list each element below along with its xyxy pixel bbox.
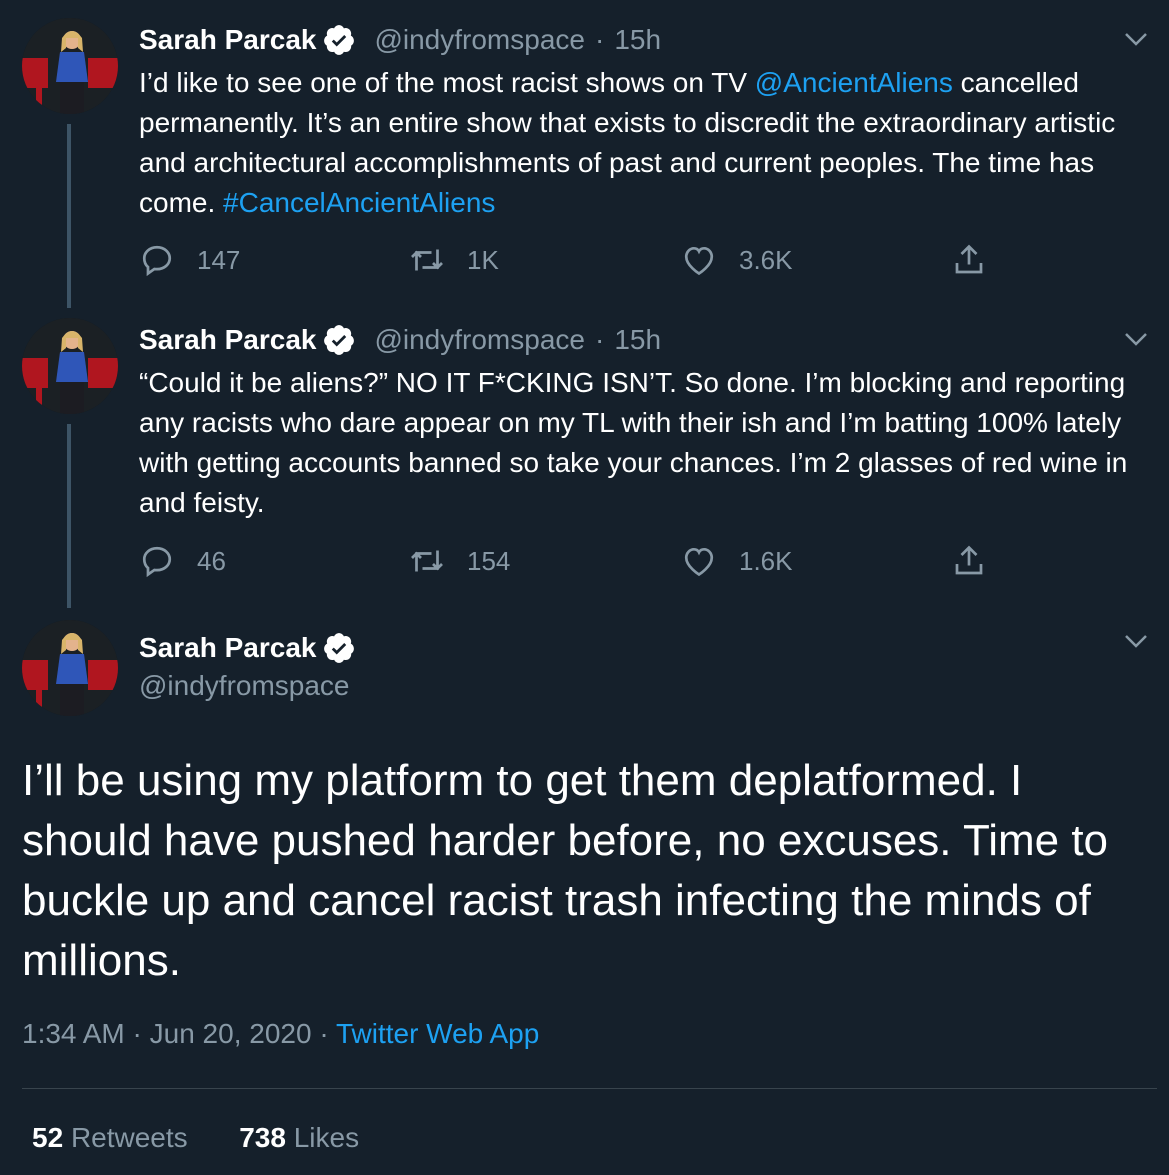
like-button[interactable]: 1.6K bbox=[681, 536, 793, 586]
chevron-down-icon[interactable] bbox=[1121, 24, 1151, 54]
hashtag-link[interactable]: #CancelAncientAliens bbox=[223, 187, 495, 218]
retweet-button[interactable]: 1K bbox=[409, 235, 499, 285]
avatar-photo-icon bbox=[22, 18, 118, 114]
avatar[interactable] bbox=[22, 18, 118, 114]
author-handle[interactable]: @indyfromspace bbox=[374, 24, 585, 56]
tweet-text: I’ll be using my platform to get them de… bbox=[22, 756, 1109, 985]
reply-icon bbox=[142, 245, 172, 277]
reply-button[interactable]: 46 bbox=[139, 536, 226, 586]
retweets-stat[interactable]: 52 Retweets bbox=[32, 1122, 195, 1153]
tweet-time[interactable]: 15h bbox=[614, 324, 661, 356]
tweet-time[interactable]: 15h bbox=[614, 24, 661, 56]
retweets-count: 52 bbox=[32, 1122, 64, 1153]
avatar-photo-icon bbox=[22, 318, 118, 414]
separator-dot: · bbox=[594, 324, 605, 355]
reply-button[interactable]: 147 bbox=[139, 235, 240, 285]
retweet-count: 154 bbox=[467, 545, 511, 576]
chevron-down-icon[interactable] bbox=[1121, 324, 1151, 354]
verified-badge-icon bbox=[324, 633, 355, 663]
verified-badge-icon bbox=[324, 25, 355, 55]
mention-link[interactable]: @AncientAliens bbox=[755, 67, 953, 98]
tweet-header: Sarah Parcak bbox=[139, 628, 356, 668]
likes-label: Likes bbox=[293, 1122, 360, 1153]
like-icon bbox=[684, 547, 714, 577]
reply-count: 147 bbox=[197, 244, 241, 275]
separator-dot: · bbox=[319, 1018, 329, 1049]
tweet-date[interactable]: Jun 20, 2020 bbox=[150, 1018, 312, 1049]
like-count: 1.6K bbox=[739, 545, 793, 576]
engagement-stats: 52 Retweets 738 Likes bbox=[32, 1122, 359, 1154]
retweet-count: 1K bbox=[467, 244, 499, 275]
reply-count: 46 bbox=[197, 545, 226, 576]
like-count: 3.6K bbox=[739, 244, 793, 275]
retweet-button[interactable]: 154 bbox=[409, 536, 510, 586]
author-handle[interactable]: @indyfromspace bbox=[139, 670, 350, 702]
tweet-header: Sarah Parcak @indyfromspace · 15h bbox=[139, 20, 661, 60]
share-button[interactable] bbox=[951, 536, 987, 586]
share-button[interactable] bbox=[951, 235, 987, 285]
retweets-label: Retweets bbox=[70, 1122, 188, 1153]
reply-icon bbox=[142, 546, 172, 578]
likes-count: 738 bbox=[239, 1122, 286, 1153]
divider bbox=[22, 1088, 1157, 1089]
tweet-meta: 1:34 AM · Jun 20, 2020 · Twitter Web App bbox=[22, 1018, 539, 1050]
separator-dot: · bbox=[132, 1018, 142, 1049]
avatar-photo-icon bbox=[22, 620, 118, 716]
author-handle[interactable]: @indyfromspace bbox=[374, 324, 585, 356]
like-button[interactable]: 3.6K bbox=[681, 235, 793, 285]
thread-connector-line bbox=[67, 424, 71, 608]
author-name[interactable]: Sarah Parcak bbox=[139, 632, 316, 664]
thread-tweet-2[interactable]: Sarah Parcak @indyfromspace · 15h “Could… bbox=[0, 300, 1169, 610]
like-icon bbox=[684, 246, 714, 276]
tweet-actions: 46 154 1.6K bbox=[139, 536, 1019, 586]
author-name[interactable]: Sarah Parcak bbox=[139, 324, 316, 356]
avatar[interactable] bbox=[22, 318, 118, 414]
likes-stat[interactable]: 738 Likes bbox=[239, 1122, 359, 1153]
verified-badge-icon bbox=[324, 325, 355, 355]
tweet-actions: 147 1K 3.6K bbox=[139, 235, 1019, 285]
source-link[interactable]: Twitter Web App bbox=[336, 1018, 539, 1049]
share-icon bbox=[955, 244, 983, 274]
tweet-header: Sarah Parcak @indyfromspace · 15h bbox=[139, 320, 661, 360]
separator-dot: · bbox=[594, 24, 605, 55]
retweet-icon bbox=[411, 550, 443, 572]
tweet-text: “Could it be aliens?” NO IT F*CKING ISN’… bbox=[139, 367, 1128, 518]
avatar[interactable] bbox=[22, 620, 118, 716]
thread-tweet-1[interactable]: Sarah Parcak @indyfromspace · 15h I’d li… bbox=[0, 0, 1169, 310]
tweet-text-part: I’d like to see one of the most racist s… bbox=[139, 67, 755, 98]
tweet-text: I’d like to see one of the most racist s… bbox=[139, 63, 1149, 223]
share-icon bbox=[955, 545, 983, 575]
chevron-down-icon[interactable] bbox=[1121, 626, 1151, 656]
author-name[interactable]: Sarah Parcak bbox=[139, 24, 316, 56]
tweet-time[interactable]: 1:34 AM bbox=[22, 1018, 125, 1049]
thread-connector-line bbox=[67, 124, 71, 308]
retweet-icon bbox=[411, 249, 443, 271]
